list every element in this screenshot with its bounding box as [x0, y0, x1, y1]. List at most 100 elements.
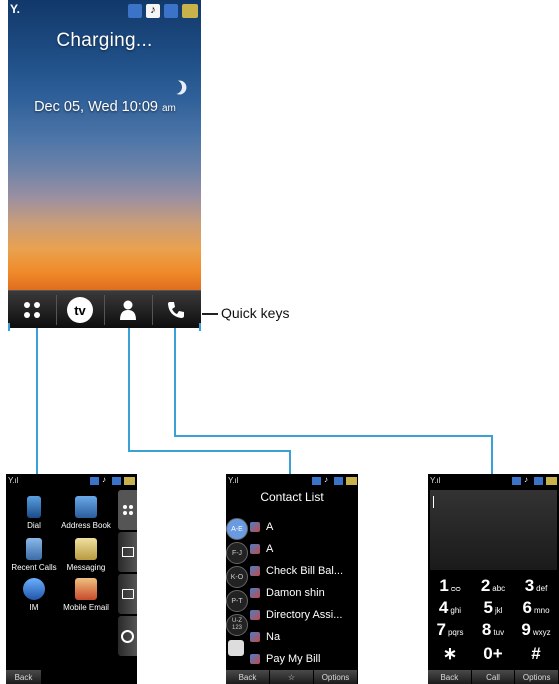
signal-icon: Y. — [10, 2, 21, 16]
dialpad-key-9[interactable]: 9 wxyz — [516, 620, 556, 642]
dialpad-key-5[interactable]: 5 jkl — [473, 598, 513, 620]
menu-dots-icon — [122, 505, 133, 515]
connector-dialer — [174, 328, 176, 436]
sync-icon — [534, 477, 543, 485]
address-book-icon — [75, 496, 97, 518]
softkey-call[interactable]: Call — [471, 670, 516, 684]
contact-icon — [250, 654, 260, 664]
moon-icon — [166, 78, 184, 96]
dialpad-key-6[interactable]: 6 mno — [516, 598, 556, 620]
tv-icon: tv — [67, 297, 93, 323]
dialpad-key-star[interactable]: ∗ — [430, 644, 470, 666]
contact-row[interactable]: A — [250, 516, 350, 538]
index-tab-f-j[interactable]: F-J — [226, 542, 248, 564]
softkey-back[interactable]: Back — [226, 670, 270, 684]
bracket — [199, 323, 201, 331]
search-icon[interactable] — [228, 640, 244, 656]
battery-charging-icon — [124, 477, 135, 485]
recent-calls-icon — [26, 538, 42, 560]
connector-dialer — [174, 435, 492, 437]
charging-status: Charging... — [56, 30, 153, 51]
dialpad-key-1[interactable]: 1 ᴑᴑ — [430, 576, 470, 598]
battery-charging-icon — [182, 4, 198, 18]
folder-icon — [121, 589, 134, 599]
screen-icon — [121, 547, 134, 557]
softkey-back[interactable]: Back — [428, 670, 472, 684]
quick-key-phone[interactable] — [152, 291, 200, 328]
menu-item-address-book[interactable]: Address Book — [60, 496, 112, 530]
im-people-icon — [23, 578, 45, 600]
sync-icon — [112, 477, 121, 485]
sync-icon — [334, 477, 343, 485]
index-tab-u-z[interactable]: U-Z 123 — [226, 614, 248, 636]
contact-icon — [250, 566, 260, 576]
contact-row[interactable]: Pay My Bill — [250, 648, 350, 670]
contacts-screen: Y.ıl ♪ Contact List A-E F-J K-O P-T U-Z … — [226, 474, 358, 684]
contact-icon — [250, 588, 260, 598]
status-bar: Y. ♪ — [8, 0, 201, 22]
music-note-icon: ♪ — [146, 4, 160, 18]
signal-icon: Y.ıl — [228, 476, 239, 485]
contact-row[interactable]: Damon shin — [250, 582, 350, 604]
menu-item-dial[interactable]: Dial — [8, 496, 60, 530]
music-note-icon: ♪ — [324, 475, 328, 484]
connector-contacts — [128, 450, 290, 452]
contact-icon — [250, 632, 260, 642]
softkey-options[interactable]: Options — [314, 670, 358, 684]
callout-line — [202, 313, 218, 315]
signal-icon: Y.ıl — [430, 476, 441, 485]
menu-dots-icon — [24, 302, 40, 318]
contact-row[interactable]: Directory Assi... — [250, 604, 350, 626]
dialer-screen: Y.ıl ♪ 1 ᴑᴑ 2 abc 3 def 4 ghi 5 jkl 6 mno 7 pqr… — [428, 474, 559, 684]
music-note-icon: ♪ — [102, 475, 106, 484]
index-tab-a-e[interactable]: A-E — [226, 518, 248, 540]
menu-item-recent-calls[interactable]: Recent Calls — [8, 538, 60, 572]
connector-contacts — [289, 450, 291, 474]
date-label: Dec 05, Wed — [34, 99, 118, 115]
contact-list-title: Contact List — [260, 490, 324, 504]
dial-number-display[interactable] — [430, 490, 557, 570]
dialpad-key-7[interactable]: 7 pqrs — [430, 620, 470, 642]
tab-settings[interactable] — [118, 616, 137, 656]
sync-icon — [164, 4, 178, 18]
message-icon — [312, 477, 321, 485]
menu-item-mobile-email[interactable]: Mobile Email — [60, 578, 112, 612]
dialpad-key-0[interactable]: 0+ — [473, 644, 513, 666]
contact-row[interactable]: Na — [250, 626, 350, 648]
tab-menu[interactable] — [118, 490, 137, 530]
menu-item-im[interactable]: IM — [8, 578, 60, 612]
dialpad-key-4[interactable]: 4 ghi — [430, 598, 470, 620]
gear-icon — [121, 629, 134, 643]
softkey-favorite[interactable]: ☆ — [270, 670, 314, 684]
softkey-back[interactable]: Back — [6, 670, 42, 684]
dialpad-key-2[interactable]: 2 abc — [473, 576, 513, 598]
main-phone-screen: Y. ♪ Charging... Dec 05, Wed 10:09 am tv — [8, 0, 201, 328]
tab-folder[interactable] — [118, 574, 137, 614]
tab-screen[interactable] — [118, 532, 137, 572]
bracket — [8, 323, 10, 331]
index-tab-k-o[interactable]: K-O — [226, 566, 248, 588]
dialpad-key-hash[interactable]: # — [516, 644, 556, 666]
contact-row[interactable]: Check Bill Bal... — [250, 560, 350, 582]
softkey-options[interactable]: Options — [515, 670, 559, 684]
menu-item-messaging[interactable]: Messaging — [60, 538, 112, 572]
dialpad-key-8[interactable]: 8 tuv — [473, 620, 513, 642]
softkey-bar: Back ☆ Options — [226, 670, 358, 684]
battery-charging-icon — [546, 477, 557, 485]
time-label: 10:09 — [121, 99, 158, 115]
quick-key-tv[interactable]: tv — [56, 291, 104, 328]
message-icon — [90, 477, 99, 485]
battery-charging-icon — [346, 477, 357, 485]
quick-key-contacts[interactable] — [104, 291, 152, 328]
message-icon — [128, 4, 142, 18]
dial-phone-icon — [27, 496, 41, 518]
mobile-email-icon — [75, 578, 97, 600]
contact-row[interactable]: A — [250, 538, 350, 560]
text-cursor — [433, 496, 434, 508]
index-tab-p-t[interactable]: P-T — [226, 590, 248, 612]
dialpad-key-3[interactable]: 3 def — [516, 576, 556, 598]
quick-key-menu[interactable] — [8, 291, 56, 328]
menu-screen: Y.ıl ♪ Dial Address Book Recent Calls Me… — [6, 474, 137, 684]
message-icon — [512, 477, 521, 485]
contacts-person-icon — [120, 300, 136, 320]
